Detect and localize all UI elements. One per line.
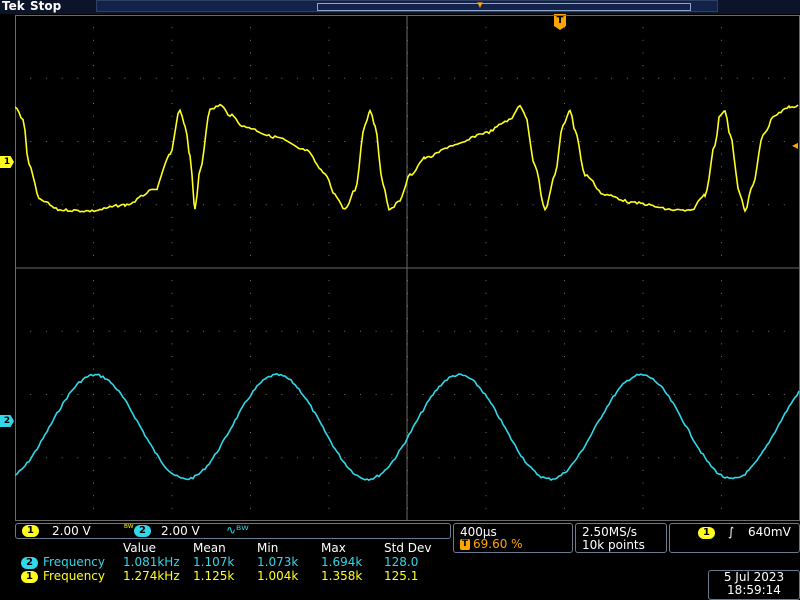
- meas-row2-min: 1.004k: [257, 569, 299, 583]
- ch1-ground-marker[interactable]: 1: [0, 156, 14, 168]
- sample-rate: 2.50MS/s: [582, 525, 637, 539]
- meas-row2-channel-badge: 1: [21, 571, 38, 583]
- ch2-badge: 2: [134, 525, 151, 537]
- meas-header-std-dev: Std Dev: [384, 541, 432, 555]
- ch2-ground-marker[interactable]: 2: [0, 415, 14, 427]
- meas-row2-max: 1.358k: [321, 569, 363, 583]
- meas-header-value: Value: [123, 541, 156, 555]
- horizontal-panel[interactable]: 400µs T 69.60 %: [453, 523, 573, 553]
- acquisition-panel[interactable]: 2.50MS/s 10k points: [575, 523, 667, 553]
- meas-row2-value: 1.274kHz: [123, 569, 180, 583]
- meas-row1-std-dev: 128.0: [384, 555, 419, 569]
- vertical-scale-panel[interactable]: 1 2.00 V ᴮᵂ 2 2.00 V ∿ᴮᵂ: [15, 523, 451, 539]
- record-length: 10k points: [582, 538, 645, 552]
- meas-row1-max: 1.694k: [321, 555, 363, 569]
- meas-header-mean: Mean: [193, 541, 226, 555]
- top-status-bar: Tek Stop ▾: [0, 0, 800, 14]
- ch1-badge: 1: [22, 525, 39, 537]
- trigger-panel[interactable]: 1 ∫ 640mV: [669, 523, 800, 553]
- rising-edge-icon: ∫: [728, 525, 735, 539]
- datetime-panel: 5 Jul 2023 18:59:14: [708, 570, 800, 600]
- meas-row1-name: Frequency: [43, 555, 105, 569]
- ch2-ac-coupling-icon: ∿ᴮᵂ: [226, 523, 249, 537]
- trigger-level: 640mV: [748, 525, 791, 539]
- measurements-panel[interactable]: Value Mean Min Max Std Dev 2 Frequency 1…: [15, 540, 451, 586]
- meas-row2-name: Frequency: [43, 569, 105, 583]
- meas-row1-min: 1.073k: [257, 555, 299, 569]
- meas-row1-value: 1.081kHz: [123, 555, 180, 569]
- oscilloscope-graticule: [15, 15, 800, 521]
- record-window: [317, 3, 691, 11]
- ch1-scale: 2.00 V: [52, 524, 91, 538]
- ch2-scale: 2.00 V: [161, 524, 200, 538]
- meas-row2-std-dev: 125.1: [384, 569, 419, 583]
- meas-row1-mean: 1.107k: [193, 555, 235, 569]
- trigger-level-arrow-icon[interactable]: ◂: [792, 138, 798, 152]
- record-view-bar: [96, 0, 718, 12]
- graticule-grid: [15, 15, 800, 521]
- trigger-position-icon: ▾: [477, 0, 483, 11]
- meas-row2-mean: 1.125k: [193, 569, 235, 583]
- trigger-position-badge-icon: T: [460, 539, 470, 550]
- time-label: 18:59:14: [727, 583, 781, 597]
- meas-row1-channel-badge: 2: [21, 557, 38, 569]
- acquisition-status: Stop: [30, 0, 62, 13]
- ch1-bandwidth-icon: ᴮᵂ: [124, 524, 134, 534]
- meas-header-min: Min: [257, 541, 279, 555]
- trigger-source-badge: 1: [698, 527, 715, 539]
- trigger-position-percent: 69.60 %: [473, 537, 523, 551]
- brand-label: Tek: [2, 0, 25, 13]
- meas-header-max: Max: [321, 541, 346, 555]
